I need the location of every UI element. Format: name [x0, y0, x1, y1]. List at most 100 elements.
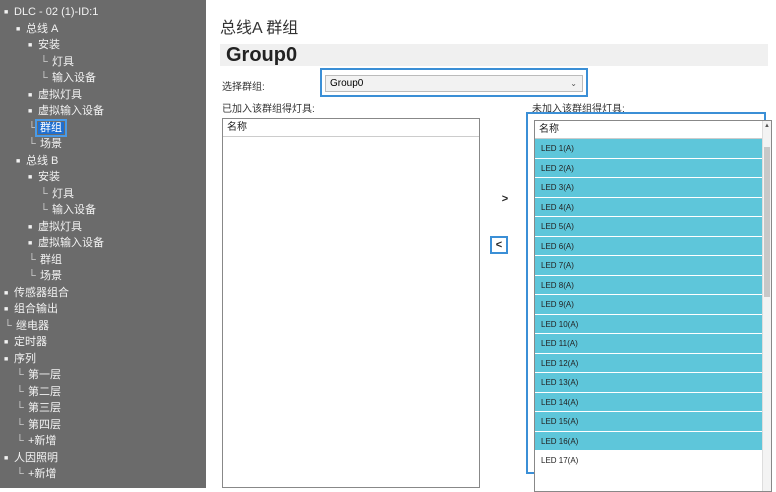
expand-toggle-icon[interactable]: ■	[4, 5, 12, 21]
group-select-highlight: Group0 ⌄	[320, 68, 588, 97]
expand-toggle-icon[interactable]: ■	[16, 154, 24, 170]
list-item[interactable]: LED 17(A)	[535, 451, 771, 471]
expand-toggle-icon[interactable]: ■	[4, 451, 12, 467]
tree-item-label: 组合输出	[14, 303, 58, 315]
expand-toggle-icon[interactable]: ■	[28, 236, 36, 252]
remove-from-group-button[interactable]: <	[490, 236, 508, 254]
tree-item-label: 人因照明	[14, 451, 58, 464]
tree-item[interactable]: └ 输入设备	[40, 202, 98, 218]
list-item[interactable]: LED 8(A)	[535, 275, 771, 295]
tree-item-label: +新增	[28, 468, 57, 480]
list-item[interactable]: LED 3(A)	[535, 178, 771, 198]
list-item[interactable]: LED 5(A)	[535, 217, 771, 237]
expand-toggle-icon[interactable]: ■	[4, 335, 12, 351]
tree-line: └	[40, 187, 48, 200]
tree-item[interactable]: └ 第四层	[16, 417, 63, 433]
list-item[interactable]: LED 7(A)	[535, 256, 771, 276]
tree-line: └	[28, 138, 36, 150]
tree-item[interactable]: ■ 组合输出	[4, 301, 60, 317]
tree-item[interactable]: ■ 安装	[28, 37, 62, 53]
tree-item-label: 虚拟灯具	[38, 220, 82, 233]
tree-line: └	[28, 121, 36, 134]
expand-toggle-icon[interactable]: ■	[28, 220, 36, 236]
tree-item[interactable]: └ 第二层	[16, 384, 63, 400]
project-tree: ■ DLC - 02 (1)-ID:1 ■ 总线 A ■ 安装 └ 灯具 └ 输入设备 ■ 虚拟灯具 ■…	[0, 0, 206, 488]
tree-item-label: 定时器	[14, 336, 47, 348]
tree-item-label: DLC - 02 (1)-ID:1	[14, 6, 99, 18]
tree-item[interactable]: ■ 总线 B	[16, 153, 60, 169]
expand-toggle-icon[interactable]: ■	[28, 38, 36, 54]
tree-item-label: 虚拟输入设备	[38, 237, 104, 249]
not-added-name-header[interactable]: 名称	[535, 121, 771, 139]
list-item[interactable]: LED 16(A)	[535, 431, 771, 451]
tree-item[interactable]: ■ 定时器	[4, 334, 49, 350]
tree-item[interactable]: └ 第三层	[16, 400, 63, 416]
scroll-thumb[interactable]	[764, 147, 770, 297]
added-name-header[interactable]: 名称	[223, 119, 479, 137]
tree-item[interactable]: ■ 虚拟输入设备	[28, 103, 106, 119]
tree-item[interactable]: ■ 虚拟灯具	[28, 219, 84, 235]
expand-toggle-icon[interactable]: ■	[16, 22, 24, 38]
expand-toggle-icon[interactable]: ■	[4, 286, 12, 302]
group-title-band: Group0	[220, 44, 768, 66]
tree-item-label: 输入设备	[52, 72, 96, 84]
tree-item[interactable]: ■ 虚拟输入设备	[28, 235, 106, 251]
tree-line: └	[16, 385, 24, 398]
tree-line: └	[28, 270, 36, 282]
tree-item[interactable]: ■ DLC - 02 (1)-ID:1	[4, 4, 100, 20]
tree-item-label: 序列	[14, 352, 36, 365]
scroll-up-icon[interactable]: ▲	[764, 123, 770, 129]
tree-item-label: 虚拟灯具	[38, 88, 82, 101]
list-item[interactable]: LED 15(A)	[535, 412, 771, 432]
list-item[interactable]: LED 1(A)	[535, 139, 771, 159]
tree-item[interactable]: ■ 总线 A	[16, 21, 60, 37]
tree-item-label: 灯具	[52, 187, 74, 200]
expand-toggle-icon[interactable]: ■	[28, 88, 36, 104]
tree-item[interactable]: └ 场景	[28, 268, 64, 284]
tree-item[interactable]: └ 灯具	[40, 54, 76, 70]
tree-item[interactable]: └ 场景	[28, 136, 64, 152]
tree-item-label: 输入设备	[52, 204, 96, 216]
tree-item[interactable]: └ 输入设备	[40, 70, 98, 86]
tree-item-label: 群组	[35, 118, 67, 137]
list-item[interactable]: LED 10(A)	[535, 314, 771, 334]
tree-item[interactable]: └ 灯具	[40, 186, 76, 202]
tree-item[interactable]: └ 群组	[28, 252, 64, 268]
tree-item[interactable]: ■ 序列	[4, 351, 38, 367]
tree-item-label: 第三层	[28, 402, 61, 414]
tree-line: └	[16, 468, 24, 480]
scrollbar[interactable]: ▲	[762, 121, 771, 491]
list-item[interactable]: LED 14(A)	[535, 392, 771, 412]
add-to-group-button[interactable]: >	[496, 190, 514, 208]
not-added-lights-list[interactable]: 名称 LED 1(A) LED 2(A) LED 3(A) LED 4(A) LED 5…	[534, 120, 772, 492]
list-item[interactable]: LED 4(A)	[535, 197, 771, 217]
list-item[interactable]: LED 12(A)	[535, 353, 771, 373]
tree-item[interactable]: ■ 虚拟灯具	[28, 87, 84, 103]
list-item[interactable]: LED 11(A)	[535, 334, 771, 354]
added-lights-list[interactable]: 名称	[222, 118, 480, 488]
chevron-down-icon[interactable]: ⌄	[570, 76, 577, 91]
group-select[interactable]: Group0 ⌄	[325, 75, 583, 92]
led-rows: LED 1(A) LED 2(A) LED 3(A) LED 4(A) LED 5(A)…	[535, 139, 771, 471]
tree-item[interactable]: └ 群组	[28, 118, 67, 137]
expand-toggle-icon[interactable]: ■	[28, 170, 36, 186]
expand-toggle-icon[interactable]: ■	[4, 302, 12, 318]
group-title: Group0	[226, 44, 298, 66]
list-item[interactable]: LED 6(A)	[535, 236, 771, 256]
expand-toggle-icon[interactable]: ■	[4, 352, 12, 368]
tree-item-label: 场景	[40, 138, 62, 150]
tree-item[interactable]: └ +新增	[16, 466, 58, 482]
tree-line: └	[40, 72, 48, 84]
expand-toggle-icon[interactable]: ■	[28, 104, 36, 120]
list-item[interactable]: LED 9(A)	[535, 295, 771, 315]
tree-item[interactable]: ■ 人因照明	[4, 450, 60, 466]
tree-item[interactable]: └ 第一层	[16, 367, 63, 383]
tree-line: └	[16, 402, 24, 414]
tree-line: └	[40, 55, 48, 68]
tree-item[interactable]: └ +新增	[16, 433, 58, 449]
tree-item[interactable]: └ 继电器	[4, 318, 51, 334]
list-item[interactable]: LED 2(A)	[535, 158, 771, 178]
tree-item[interactable]: ■ 安装	[28, 169, 62, 185]
list-item[interactable]: LED 13(A)	[535, 373, 771, 393]
tree-item[interactable]: ■ 传感器组合	[4, 285, 71, 301]
